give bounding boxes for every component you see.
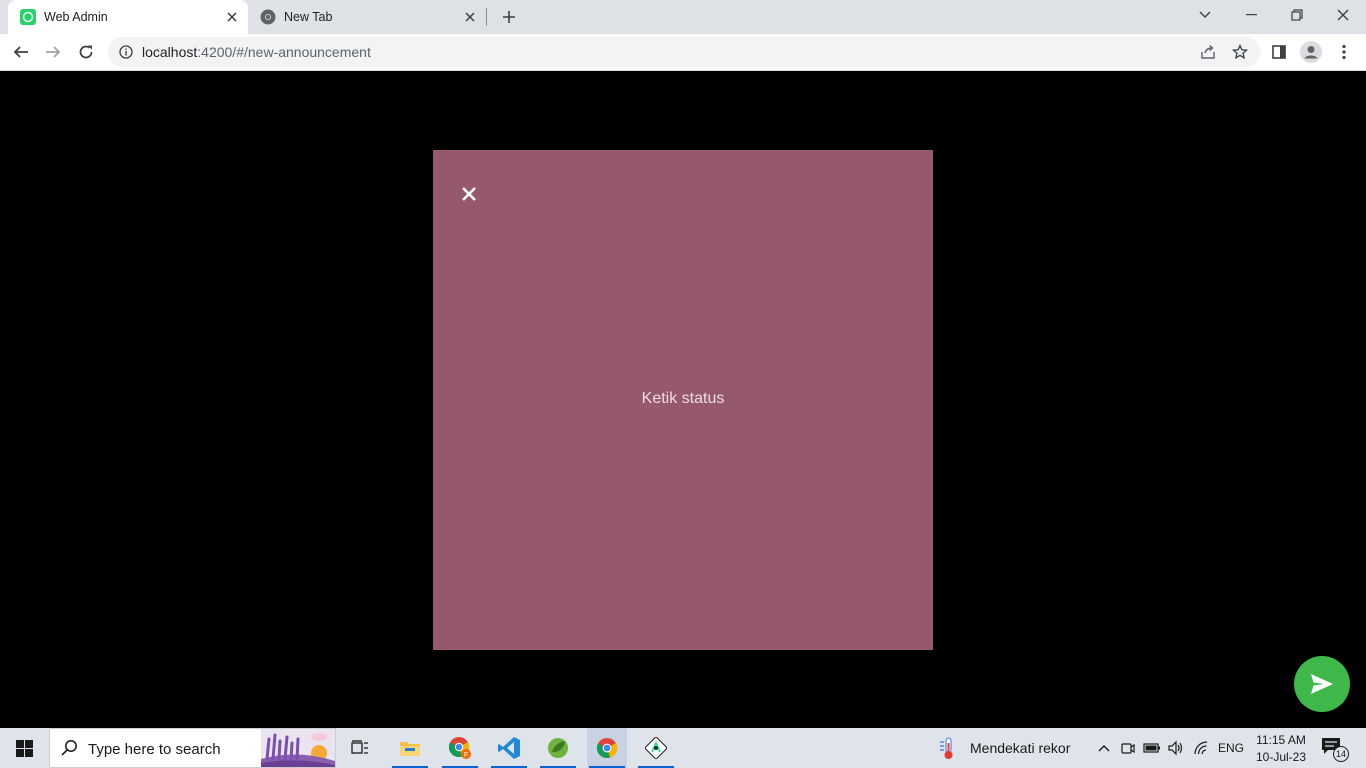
send-button[interactable]: [1294, 656, 1350, 712]
weather-widget[interactable]: Mendekati rekor: [938, 728, 1070, 768]
profile-avatar-icon[interactable]: [1298, 39, 1324, 65]
address-bar[interactable]: localhost:4200/#/new-announcement: [108, 37, 1261, 67]
close-tab-icon[interactable]: [460, 7, 480, 27]
chrome-favicon-icon: [260, 9, 276, 25]
url-text: localhost:4200/#/new-announcement: [142, 44, 371, 60]
vscode-icon: [497, 736, 521, 760]
show-hidden-icons-chevron-up-icon[interactable]: [1094, 738, 1114, 758]
bookmark-star-icon[interactable]: [1230, 42, 1250, 62]
taskbar-app-chrome[interactable]: [587, 728, 627, 768]
forward-button[interactable]: [40, 39, 66, 65]
new-tab-button[interactable]: [499, 7, 519, 27]
minimize-button[interactable]: [1228, 0, 1274, 30]
task-view-button[interactable]: [340, 728, 380, 768]
taskbar-app-vscode[interactable]: [489, 728, 529, 768]
notification-center-button[interactable]: 14: [1320, 736, 1350, 762]
taskbar-app-android-studio[interactable]: [636, 728, 676, 768]
share-icon[interactable]: [1198, 42, 1218, 62]
task-view-icon: [351, 740, 369, 756]
status-editor-card[interactable]: Ketik status: [433, 150, 933, 650]
close-tab-icon[interactable]: [222, 7, 242, 27]
tab-new-tab[interactable]: New Tab: [248, 0, 486, 34]
notification-count-badge: 14: [1333, 746, 1349, 762]
clock[interactable]: 11:15 AM 10-Jul-23: [1250, 732, 1312, 766]
clock-date: 10-Jul-23: [1255, 750, 1307, 764]
search-icon: [60, 739, 78, 762]
browser-tab-strip: Web Admin New Tab: [0, 0, 1366, 34]
browser-toolbar: localhost:4200/#/new-announcement: [0, 34, 1366, 71]
input-language-indicator[interactable]: ENG: [1218, 741, 1244, 755]
weather-text: Mendekati rekor: [970, 740, 1071, 756]
chrome-menu-icon[interactable]: [1331, 39, 1357, 65]
send-icon: [1310, 673, 1334, 695]
tab-title: New Tab: [284, 10, 333, 24]
site-info-icon[interactable]: [116, 42, 136, 62]
close-icon[interactable]: [457, 182, 481, 206]
restore-button[interactable]: [1274, 0, 1320, 30]
volume-icon[interactable]: [1166, 738, 1186, 758]
tab-title: Web Admin: [44, 10, 108, 24]
wifi-icon[interactable]: [1191, 738, 1211, 758]
thermometer-icon: [938, 736, 960, 760]
close-window-button[interactable]: [1320, 0, 1366, 30]
meet-now-icon[interactable]: [1118, 738, 1138, 758]
taskbar-app-spring-tools[interactable]: [538, 728, 578, 768]
back-button[interactable]: [8, 39, 34, 65]
url-path: :4200/#/new-announcement: [197, 44, 371, 60]
tab-web-admin[interactable]: Web Admin: [8, 0, 248, 34]
taskbar-app-file-explorer[interactable]: [390, 728, 430, 768]
taskbar-search-box[interactable]: Type here to search: [49, 728, 336, 768]
spring-tools-icon: [546, 736, 570, 760]
side-panel-icon[interactable]: [1266, 39, 1292, 65]
clock-time: 11:15 AM: [1256, 733, 1306, 747]
chrome-profile-icon: F: [448, 736, 472, 760]
page-content: Ketik status: [0, 71, 1366, 728]
lavender-field-illustration: [261, 729, 335, 767]
android-studio-icon: [645, 737, 667, 759]
search-placeholder: Type here to search: [88, 741, 221, 758]
chrome-icon: [596, 737, 618, 759]
tab-search-button[interactable]: [1182, 0, 1228, 30]
status-text-input[interactable]: Ketik status: [433, 390, 933, 408]
svg-text:F: F: [464, 752, 468, 759]
reload-button[interactable]: [73, 39, 99, 65]
battery-icon[interactable]: [1142, 738, 1162, 758]
whatsapp-favicon-icon: [20, 9, 36, 25]
url-host: localhost: [142, 44, 198, 60]
folder-icon: [399, 739, 421, 757]
tab-divider: [486, 8, 487, 26]
windows-taskbar: Type here to search F Mendekati rekor EN…: [0, 728, 1366, 768]
taskbar-app-chrome-profile[interactable]: F: [440, 728, 480, 768]
start-button[interactable]: [0, 728, 48, 768]
